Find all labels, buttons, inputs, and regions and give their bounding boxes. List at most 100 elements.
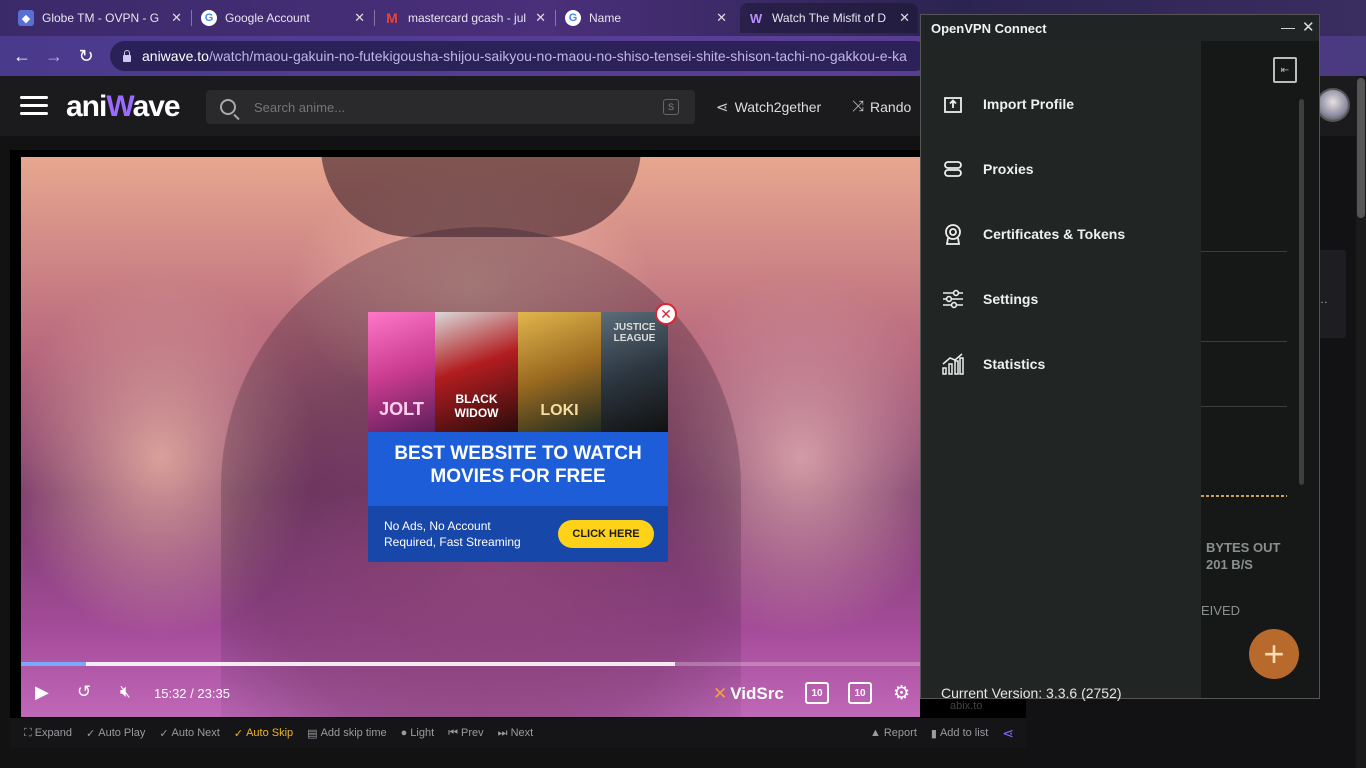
menu-item-certificates-tokens[interactable]: Certificates & Tokens — [941, 219, 1125, 249]
play-icon[interactable]: ▶ — [35, 682, 49, 703]
poster-title: JOLT — [379, 399, 424, 419]
auto-play-toggle[interactable]: ✓ Auto Play — [86, 727, 145, 740]
forward-arrow-icon[interactable]: → — [42, 44, 66, 68]
tab-name[interactable]: G Name ✕ — [557, 3, 735, 33]
ad-headline-line1: BEST WEBSITE TO WATCH — [394, 443, 642, 464]
skip-forward-10-button[interactable]: 10 — [848, 682, 872, 704]
add-skip-time-button[interactable]: ▤ Add skip time — [307, 727, 386, 740]
watch2gether-link[interactable]: ⋖ Watch2gether — [716, 98, 821, 116]
popup-ad[interactable]: JOLT BLACK WIDOW LOKI JUSTICE LEAGUE BES… — [368, 312, 668, 562]
ad-subtext: No Ads, No Account Required, Fast Streami… — [384, 518, 554, 550]
settings-sliders-icon — [941, 287, 965, 311]
shield-favicon-icon: ◆ — [18, 10, 34, 26]
site-logo[interactable]: aniWave — [66, 90, 181, 124]
back-arrow-icon[interactable]: ← — [10, 44, 34, 68]
search-shortcut-key: S — [663, 99, 679, 115]
tab-close-icon[interactable]: ✕ — [716, 10, 727, 26]
vidsrc-label: VidSrc — [730, 684, 784, 703]
tab-gmail[interactable]: M mastercard gcash - jul ✕ — [376, 3, 554, 33]
divider — [1201, 406, 1287, 407]
minimize-icon[interactable]: — — [1281, 19, 1295, 35]
gmail-favicon-icon: M — [386, 10, 398, 26]
menu-item-import-profile[interactable]: Import Profile — [941, 89, 1074, 119]
prev-icon: ⏮ — [448, 726, 459, 739]
next-label: Next — [510, 727, 534, 739]
check-icon: ✓ — [159, 727, 169, 740]
divider — [1201, 251, 1287, 252]
report-button[interactable]: ▲ Report — [870, 727, 917, 739]
search-input[interactable] — [254, 99, 663, 115]
light-toggle[interactable]: ● Light — [401, 727, 435, 739]
light-label: Light — [410, 727, 435, 739]
tab-globe-ovpn[interactable]: ◆ Globe TM - OVPN - G ✕ — [10, 3, 190, 33]
ad-close-icon[interactable]: ✕ — [655, 303, 677, 325]
tab-label: mastercard gcash - jul — [408, 11, 527, 25]
menu-label: Import Profile — [983, 96, 1075, 112]
menu-item-settings[interactable]: Settings — [941, 284, 1038, 314]
skip-back-10-button[interactable]: 10 — [805, 682, 829, 704]
tab-close-icon[interactable]: ✕ — [354, 10, 365, 26]
menu-item-statistics[interactable]: Statistics — [941, 349, 1045, 379]
check-icon: ✓ — [233, 727, 244, 740]
add-to-list-button[interactable]: ▮ Add to list — [931, 727, 988, 740]
tab-close-icon[interactable]: ✕ — [171, 10, 182, 26]
tab-separator — [555, 10, 556, 26]
version-text: Current Version: 3.3.6 (2752) — [941, 685, 1122, 701]
auto-skip-toggle[interactable]: ✓ Auto Skip — [234, 727, 293, 740]
menu-label: Certificates & Tokens — [983, 226, 1126, 242]
next-icon: ⏭ — [497, 726, 508, 739]
menu-label: Proxies — [983, 161, 1034, 177]
player-options-bar: ⛶ Expand ✓ Auto Play ✓ Auto Next ✓ Auto Skip… — [10, 718, 1026, 748]
proxies-icon — [941, 157, 965, 181]
hamburger-menu-icon[interactable] — [20, 96, 48, 116]
random-link[interactable]: ⤨ Rando — [852, 98, 911, 115]
page-scrollbar-thumb[interactable] — [1357, 78, 1365, 218]
bytes-received-label: EIVED — [1201, 603, 1241, 618]
avatar[interactable] — [1316, 88, 1350, 122]
menu-item-proxies[interactable]: Proxies — [941, 154, 1034, 184]
ad-headline-line2: MOVIES FOR FREE — [430, 466, 606, 487]
tab-google-account[interactable]: G Google Account ✕ — [193, 3, 373, 33]
add-profile-button[interactable]: + — [1249, 629, 1299, 679]
divider — [1201, 341, 1287, 342]
warning-icon: ▲ — [869, 727, 881, 739]
watermark-text: abix.to — [950, 700, 983, 712]
tab-label: Name — [589, 11, 622, 25]
vidsrc-logo: ✕ VidSrc — [713, 684, 784, 704]
openvpn-titlebar[interactable]: OpenVPN Connect — ✕ — [921, 15, 1319, 41]
openvpn-window: OpenVPN Connect — ✕ Import Profile Proxi… — [920, 14, 1320, 701]
prev-label: Prev — [461, 727, 484, 739]
tab-close-icon[interactable]: ✕ — [899, 10, 910, 26]
add-skip-time-label: Add skip time — [320, 727, 387, 739]
muted-volume-icon[interactable]: 🔇︎ — [120, 682, 131, 702]
options-bar-right: ▲ Report ▮ Add to list ⋖ — [856, 718, 1014, 748]
menu-label: Settings — [983, 291, 1039, 307]
next-button[interactable]: ⏭ Next — [498, 727, 534, 740]
ad-headline: BEST WEBSITE TO WATCH MOVIES FOR FREE — [368, 442, 668, 488]
lock-icon — [122, 50, 132, 62]
rewind-10-icon[interactable]: ↺ — [77, 682, 91, 702]
tab-aniwave-active[interactable]: W Watch The Misfit of D ✕ — [740, 3, 918, 33]
import-file-icon[interactable]: ⇤ — [1273, 57, 1297, 83]
expand-toggle[interactable]: ⛶ Expand — [24, 727, 72, 740]
import-icon — [941, 92, 965, 116]
time-separator: / — [190, 686, 194, 701]
expand-label: Expand — [34, 727, 73, 739]
reload-icon[interactable]: ↻ — [74, 44, 98, 68]
panel-scrollbar[interactable] — [1299, 99, 1304, 485]
random-label: Rando — [870, 98, 912, 115]
openvpn-title: OpenVPN Connect — [931, 21, 1047, 36]
prev-button[interactable]: ⏮ Prev — [448, 727, 484, 740]
url-domain: aniwave.to — [142, 48, 209, 64]
gear-icon[interactable]: ⚙ — [893, 682, 910, 705]
close-icon[interactable]: ✕ — [1302, 18, 1315, 36]
tab-label: Google Account — [225, 11, 310, 25]
tab-close-icon[interactable]: ✕ — [535, 10, 546, 26]
share-icon[interactable]: ⋖ — [1002, 725, 1014, 742]
bookmark-icon: ▮ — [930, 727, 937, 740]
auto-next-toggle[interactable]: ✓ Auto Next — [159, 727, 220, 740]
ad-click-here-button[interactable]: CLICK HERE — [558, 520, 654, 548]
seek-bar[interactable] — [21, 662, 920, 666]
address-bar[interactable]: aniwave.to/watch/maou-gakuin-no-futekigo… — [110, 41, 930, 71]
played-fill — [21, 662, 87, 666]
